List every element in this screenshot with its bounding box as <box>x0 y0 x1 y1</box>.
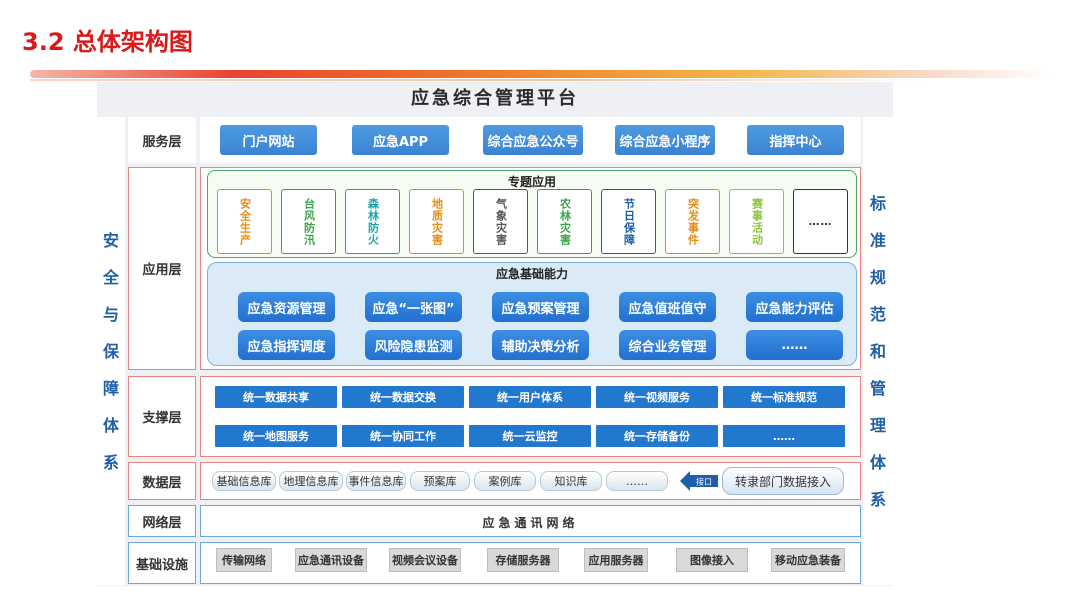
support-item: 统一协同工作 <box>342 425 464 447</box>
data-store: 地理信息库 <box>279 471 343 491</box>
topic-app-card: …… <box>793 189 848 254</box>
support-item: 统一数据共享 <box>215 386 337 408</box>
left-char: 全 <box>102 267 119 287</box>
capability-item: 应急指挥调度 <box>238 330 335 360</box>
right-char: 范 <box>869 304 886 324</box>
support-item: 统一存储备份 <box>596 425 718 447</box>
service-item: 综合应急公众号 <box>483 125 583 155</box>
data-store: …… <box>606 471 668 491</box>
decorative-band <box>30 70 1050 78</box>
layer-label-data: 数据层 <box>128 462 196 500</box>
data-store: 事件信息库 <box>346 471 406 491</box>
layer-label-infrastructure: 基础设施 <box>128 542 196 584</box>
topic-app-label: 森林防火 <box>366 197 380 246</box>
support-item: 统一标准规范 <box>723 386 845 408</box>
topic-app-label: …… <box>808 215 833 228</box>
topic-app-card: 赛事活动 <box>729 189 784 254</box>
capability-item: 应急能力评估 <box>746 292 843 322</box>
service-item: 指挥中心 <box>747 125 844 155</box>
infra-item: 应用服务器 <box>584 548 648 572</box>
topic-app-card: 农林灾害 <box>537 189 592 254</box>
support-item: 统一数据交换 <box>342 386 464 408</box>
left-char: 体 <box>102 415 119 435</box>
topic-app-card: 突发事件 <box>665 189 720 254</box>
topic-app-card: 气象灾害 <box>473 189 528 254</box>
left-char: 系 <box>102 452 119 472</box>
capability-item: 应急资源管理 <box>238 292 335 322</box>
topic-app-card: 地质灾害 <box>409 189 464 254</box>
slide-title: 3.2 总体架构图 <box>22 28 193 56</box>
network-text: 应急通讯网络 <box>482 515 579 530</box>
topic-app-label: 节日保障 <box>622 197 636 246</box>
basic-capability-title: 应急基础能力 <box>495 267 568 281</box>
left-char: 与 <box>102 304 119 324</box>
support-item: 统一地图服务 <box>215 425 337 447</box>
infra-item: 传输网络 <box>216 548 272 572</box>
security-system-column: 安 全 与 保 障 体 系 <box>97 117 125 585</box>
left-char: 障 <box>102 378 119 398</box>
capability-item: 应急“一张图” <box>365 292 462 322</box>
left-char: 保 <box>102 341 119 361</box>
data-store: 案例库 <box>474 471 536 491</box>
right-char: 和 <box>869 341 886 361</box>
topic-app-label: 突发事件 <box>686 197 700 246</box>
right-char: 管 <box>869 378 886 398</box>
platform-title: 应急综合管理平台 <box>411 88 579 109</box>
capability-item: 辅助决策分析 <box>492 330 589 360</box>
support-item: 统一视频服务 <box>596 386 718 408</box>
topic-app-label: 安全生产 <box>238 197 252 246</box>
topic-app-label: 赛事活动 <box>750 197 764 246</box>
service-item: 应急APP <box>352 125 449 155</box>
layer-label-network: 网络层 <box>128 505 196 537</box>
layer-label-service: 服务层 <box>128 117 196 163</box>
left-char: 安 <box>102 230 119 250</box>
topic-app-label: 台风防汛 <box>302 197 316 246</box>
right-char: 标 <box>869 193 886 213</box>
topic-app-card: 台风防汛 <box>281 189 336 254</box>
decorative-line <box>30 79 930 81</box>
topic-app-label: 农林灾害 <box>558 197 572 246</box>
right-char: 理 <box>869 415 886 435</box>
layer-label-support: 支撑层 <box>128 376 196 457</box>
infra-item: 存储服务器 <box>487 548 559 572</box>
topic-app-label: 地质灾害 <box>430 197 444 246</box>
topic-app-card: 森林防火 <box>345 189 400 254</box>
capability-item: 应急值班值守 <box>619 292 716 322</box>
topic-app-card: 安全生产 <box>217 189 272 254</box>
support-item: 统一用户体系 <box>469 386 591 408</box>
support-item: …… <box>723 425 845 447</box>
capability-item: 综合业务管理 <box>619 330 716 360</box>
right-char: 体 <box>869 452 886 472</box>
service-item: 门户网站 <box>220 125 317 155</box>
interface-arrow: 接口 <box>680 471 718 491</box>
service-item: 综合应急小程序 <box>615 125 715 155</box>
layer-label-application: 应用层 <box>128 167 196 370</box>
capability-item: …… <box>746 330 843 360</box>
data-store: 知识库 <box>540 471 602 491</box>
capability-item: 应急预案管理 <box>492 292 589 322</box>
interface-label: 接口 <box>696 477 712 487</box>
right-char: 系 <box>869 489 886 509</box>
support-item: 统一云监控 <box>469 425 591 447</box>
topic-app-label: 气象灾害 <box>494 197 508 246</box>
infra-item: 应急通讯设备 <box>295 548 367 572</box>
infra-item: 移动应急装备 <box>771 548 845 572</box>
topic-apps-title: 专题应用 <box>507 175 556 189</box>
data-store: 预案库 <box>410 471 470 491</box>
data-store: 基础信息库 <box>212 471 276 491</box>
infra-item: 图像接入 <box>676 548 748 572</box>
department-data-access: 转隶部门数据接入 <box>722 467 844 495</box>
infra-item: 视频会议设备 <box>389 548 461 572</box>
capability-item: 风险隐患监测 <box>365 330 462 360</box>
right-char: 规 <box>869 267 886 287</box>
standards-system-column: 标 准 规 范 和 管 理 体 系 <box>863 117 893 585</box>
right-char: 准 <box>869 230 886 250</box>
topic-app-card: 节日保障 <box>601 189 656 254</box>
